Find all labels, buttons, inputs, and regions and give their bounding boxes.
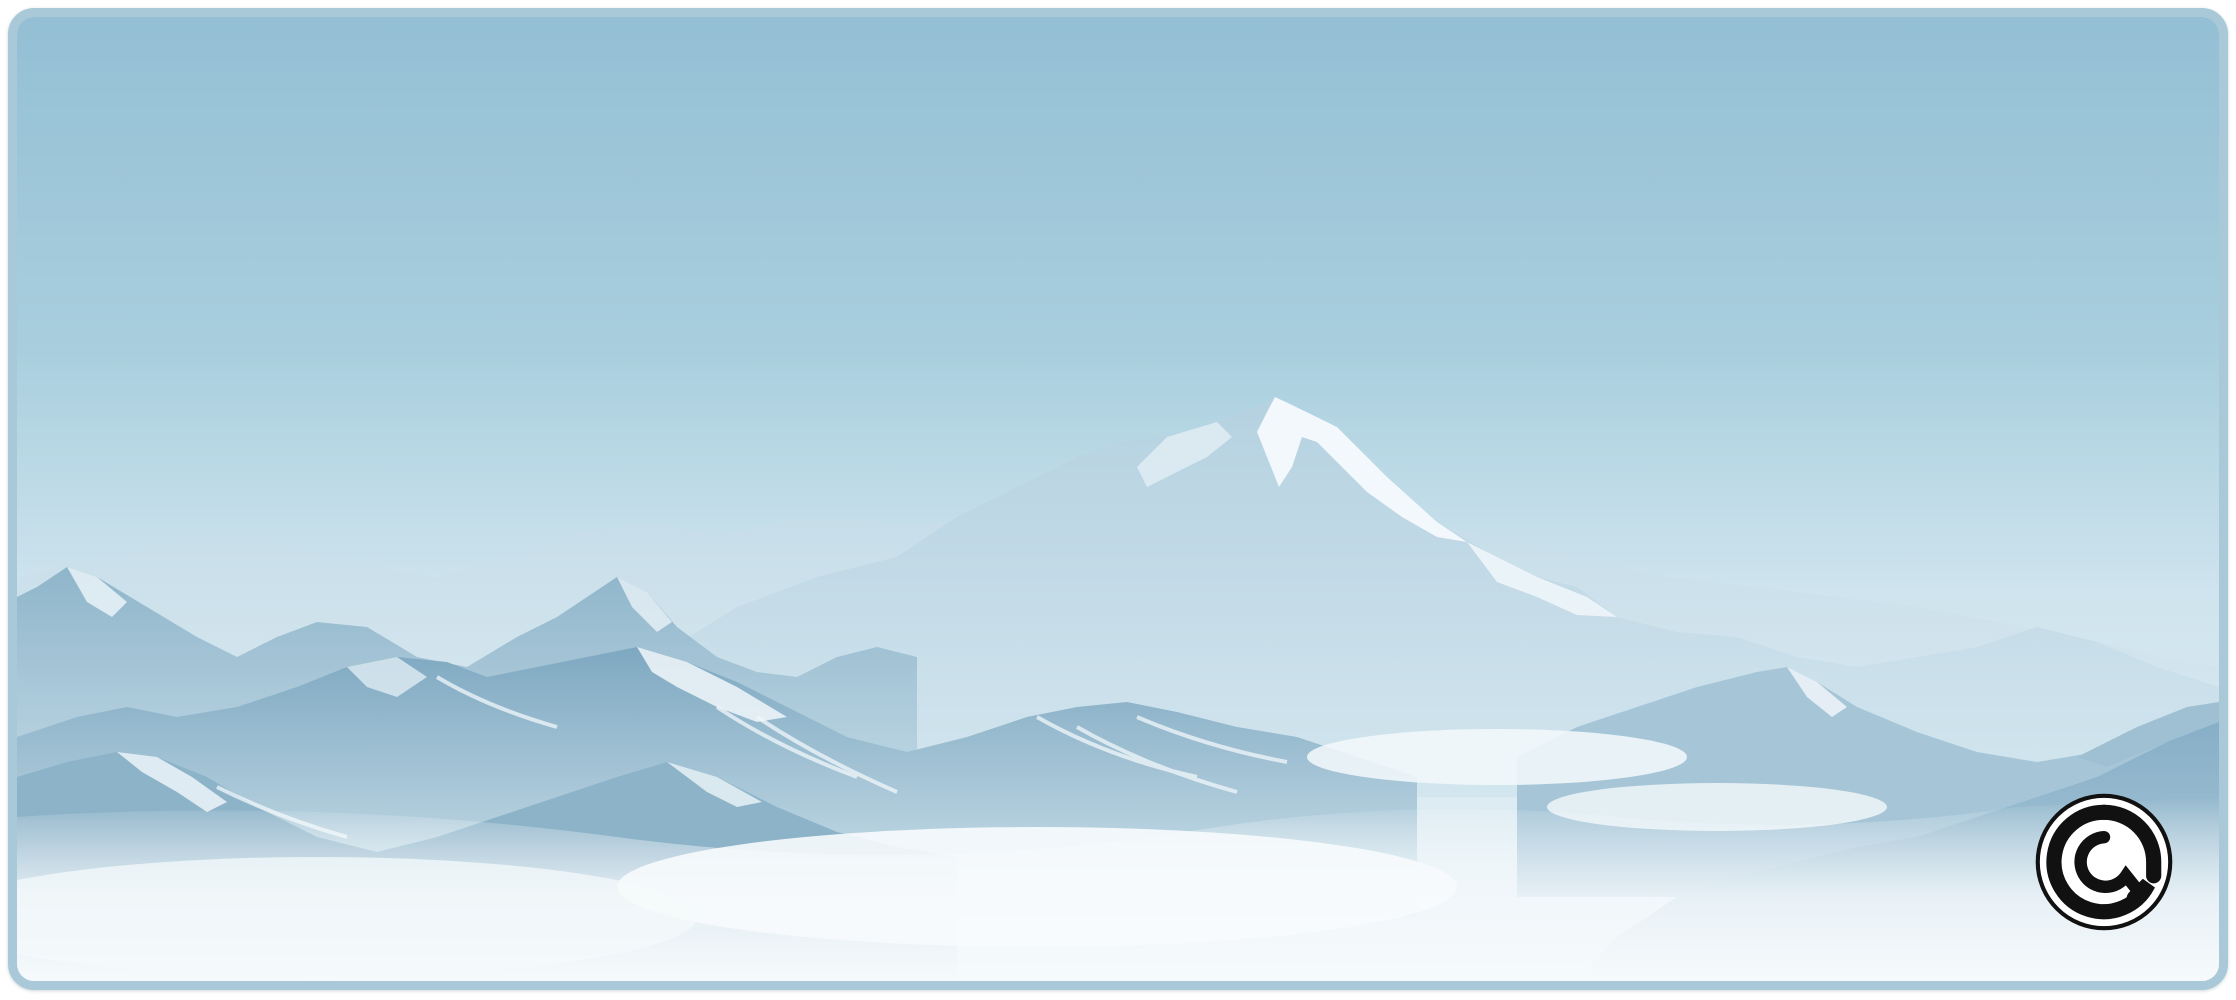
mountain-landscape [17,17,2219,981]
brand-logo-icon [2035,793,2173,931]
desk-mat [8,8,2228,990]
